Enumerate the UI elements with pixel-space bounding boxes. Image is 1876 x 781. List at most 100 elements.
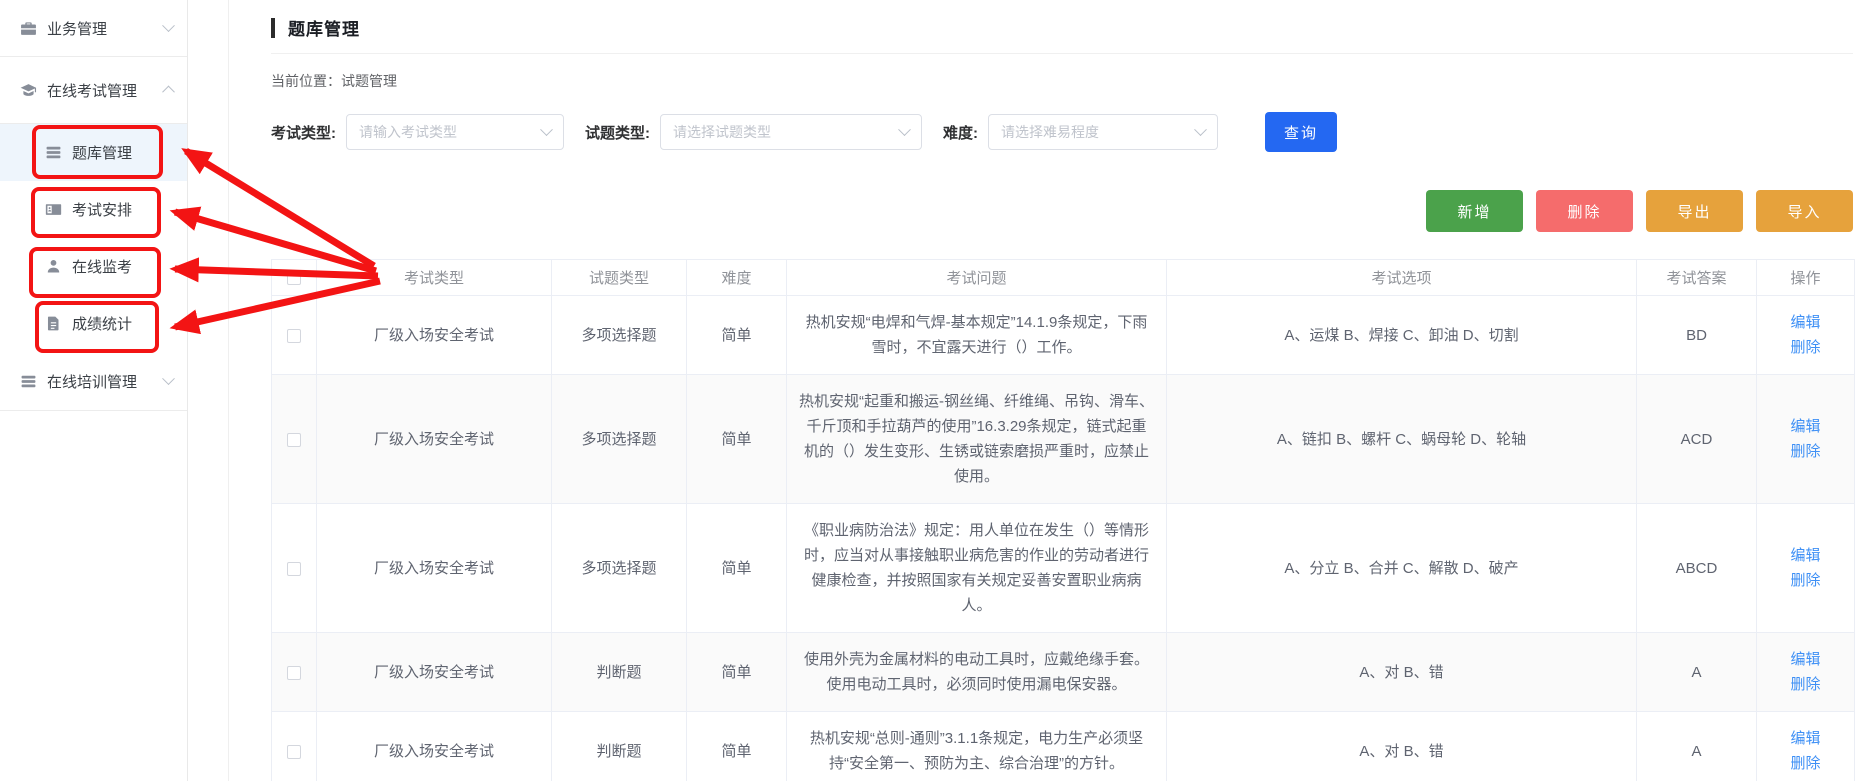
- edit-link[interactable]: 编辑: [1790, 547, 1820, 564]
- sidebar-item-score-stats[interactable]: 成绩统计: [0, 295, 187, 352]
- cell-question-type: 多项选择题: [552, 504, 687, 633]
- row-checkbox[interactable]: [287, 433, 301, 447]
- cell-question: 热机安规“电焊和气焊-基本规定”14.1.9条规定，下雨雪时，不宜露天进行（）工…: [787, 296, 1167, 375]
- difficulty-placeholder: 请选择难易程度: [1001, 122, 1188, 142]
- graduation-cap-icon: [20, 82, 37, 99]
- difficulty-label: 难度:: [943, 122, 978, 143]
- chevron-down-icon: [540, 123, 553, 136]
- row-checkbox-cell: [272, 712, 317, 781]
- cell-question: 使用外壳为金属材料的电动工具时，应戴绝缘手套。使用电动工具时，必须同时使用漏电保…: [787, 633, 1167, 712]
- delete-link[interactable]: 删除: [1790, 339, 1820, 356]
- header-checkbox-cell: [272, 260, 317, 296]
- cell-options: A、分立 B、合并 C、解散 D、破产: [1167, 504, 1637, 633]
- delete-link[interactable]: 删除: [1790, 755, 1820, 772]
- question-type-placeholder: 请选择试题类型: [673, 122, 892, 142]
- sidebar-item-online-proctor[interactable]: 在线监考: [0, 238, 187, 295]
- cell-difficulty: 简单: [687, 296, 787, 375]
- delete-link[interactable]: 删除: [1790, 572, 1820, 589]
- search-button[interactable]: 查询: [1265, 112, 1337, 152]
- column-header-exam-type: 考试类型: [317, 260, 552, 296]
- cell-answer: A: [1637, 633, 1757, 712]
- main-content: 题库管理 当前位置：试题管理 考试类型: 请输入考试类型 试题类型: 请选择试题…: [228, 0, 1876, 781]
- cell-operations: 编辑删除: [1757, 504, 1855, 633]
- cell-operations: 编辑删除: [1757, 633, 1855, 712]
- export-button[interactable]: 导出: [1646, 190, 1743, 232]
- column-header-options: 考试选项: [1167, 260, 1637, 296]
- edit-link[interactable]: 编辑: [1790, 730, 1820, 747]
- list-icon: [20, 373, 37, 390]
- cell-answer: ABCD: [1637, 504, 1757, 633]
- cell-question: 热机安规“起重和搬运-钢丝绳、纤维绳、吊钩、滑车、千斤顶和手拉葫芦的使用”16.…: [787, 375, 1167, 504]
- sidebar-item-label: 考试安排: [72, 199, 132, 220]
- breadcrumb-prefix: 当前位置：: [271, 73, 341, 89]
- cell-question-type: 判断题: [552, 712, 687, 781]
- column-header-answer: 考试答案: [1637, 260, 1757, 296]
- page-title: 题库管理: [288, 15, 360, 40]
- delete-button[interactable]: 删除: [1536, 190, 1633, 232]
- column-header-question: 考试问题: [787, 260, 1167, 296]
- row-checkbox-cell: [272, 375, 317, 504]
- table-row: 厂级入场安全考试 多项选择题 简单 热机安规“起重和搬运-钢丝绳、纤维绳、吊钩、…: [272, 375, 1855, 504]
- question-table: 考试类型 试题类型 难度 考试问题 考试选项 考试答案 操作 厂级入场安全考试 …: [271, 259, 1855, 781]
- delete-link[interactable]: 删除: [1790, 676, 1820, 693]
- id-card-icon: [45, 201, 62, 218]
- cell-question-type: 多项选择题: [552, 375, 687, 504]
- sidebar-item-business-mgmt[interactable]: 业务管理: [0, 0, 187, 56]
- breadcrumb: 当前位置：试题管理: [271, 71, 1853, 91]
- document-icon: [45, 315, 62, 332]
- sidebar: 业务管理 在线考试管理 题库管理 考试安排 在线监考 成绩统计: [0, 0, 188, 781]
- cell-options: A、链扣 B、螺杆 C、蜗母轮 D、轮轴: [1167, 375, 1637, 504]
- cell-question: 《职业病防治法》规定：用人单位在发生（）等情形时，应当对从事接触职业病危害的作业…: [787, 504, 1167, 633]
- question-type-label: 试题类型:: [585, 122, 650, 143]
- row-checkbox[interactable]: [287, 329, 301, 343]
- edit-link[interactable]: 编辑: [1790, 651, 1820, 668]
- sidebar-item-question-bank[interactable]: 题库管理: [0, 124, 187, 181]
- cell-difficulty: 简单: [687, 712, 787, 781]
- title-accent-bar: [271, 18, 275, 38]
- row-checkbox-cell: [272, 504, 317, 633]
- sidebar-item-label: 在线监考: [72, 256, 132, 277]
- breadcrumb-current: 试题管理: [341, 73, 397, 89]
- delete-link[interactable]: 删除: [1790, 443, 1820, 460]
- select-all-checkbox[interactable]: [287, 271, 301, 285]
- sidebar-item-online-exam-mgmt[interactable]: 在线考试管理: [0, 57, 187, 123]
- cell-options: A、运煤 B、焊接 C、卸油 D、切割: [1167, 296, 1637, 375]
- cell-exam-type: 厂级入场安全考试: [317, 375, 552, 504]
- exam-type-select[interactable]: 请输入考试类型: [346, 114, 564, 150]
- sidebar-item-online-training-mgmt[interactable]: 在线培训管理: [0, 352, 187, 410]
- cell-difficulty: 简单: [687, 504, 787, 633]
- edit-link[interactable]: 编辑: [1790, 314, 1820, 331]
- exam-type-placeholder: 请输入考试类型: [359, 122, 534, 142]
- cell-options: A、对 B、错: [1167, 712, 1637, 781]
- cell-answer: A: [1637, 712, 1757, 781]
- cell-exam-type: 厂级入场安全考试: [317, 504, 552, 633]
- cell-options: A、对 B、错: [1167, 633, 1637, 712]
- edit-link[interactable]: 编辑: [1790, 418, 1820, 435]
- sidebar-item-label: 成绩统计: [72, 313, 132, 334]
- filter-row: 考试类型: 请输入考试类型 试题类型: 请选择试题类型 难度: 请选择难易程度 …: [271, 112, 1853, 152]
- column-header-operations: 操作: [1757, 260, 1855, 296]
- table-row: 厂级入场安全考试 判断题 简单 使用外壳为金属材料的电动工具时，应戴绝缘手套。使…: [272, 633, 1855, 712]
- table-row: 厂级入场安全考试 判断题 简单 热机安规“总则-通则”3.1.1条规定，电力生产…: [272, 712, 1855, 781]
- sidebar-item-label: 题库管理: [72, 142, 132, 163]
- cell-exam-type: 厂级入场安全考试: [317, 296, 552, 375]
- header-divider: [271, 53, 1853, 54]
- cell-question-type: 多项选择题: [552, 296, 687, 375]
- row-checkbox[interactable]: [287, 562, 301, 576]
- chevron-down-icon: [1194, 123, 1207, 136]
- row-checkbox[interactable]: [287, 745, 301, 759]
- row-checkbox[interactable]: [287, 666, 301, 680]
- cell-operations: 编辑删除: [1757, 296, 1855, 375]
- sidebar-item-exam-schedule[interactable]: 考试安排: [0, 181, 187, 238]
- table-header-row: 考试类型 试题类型 难度 考试问题 考试选项 考试答案 操作: [272, 260, 1855, 296]
- sidebar-item-label: 业务管理: [47, 18, 107, 39]
- add-button[interactable]: 新增: [1426, 190, 1523, 232]
- row-checkbox-cell: [272, 633, 317, 712]
- cell-answer: BD: [1637, 296, 1757, 375]
- cell-difficulty: 简单: [687, 633, 787, 712]
- sidebar-item-label: 在线培训管理: [47, 371, 137, 392]
- cell-exam-type: 厂级入场安全考试: [317, 633, 552, 712]
- import-button[interactable]: 导入: [1756, 190, 1853, 232]
- difficulty-select[interactable]: 请选择难易程度: [988, 114, 1218, 150]
- question-type-select[interactable]: 请选择试题类型: [660, 114, 922, 150]
